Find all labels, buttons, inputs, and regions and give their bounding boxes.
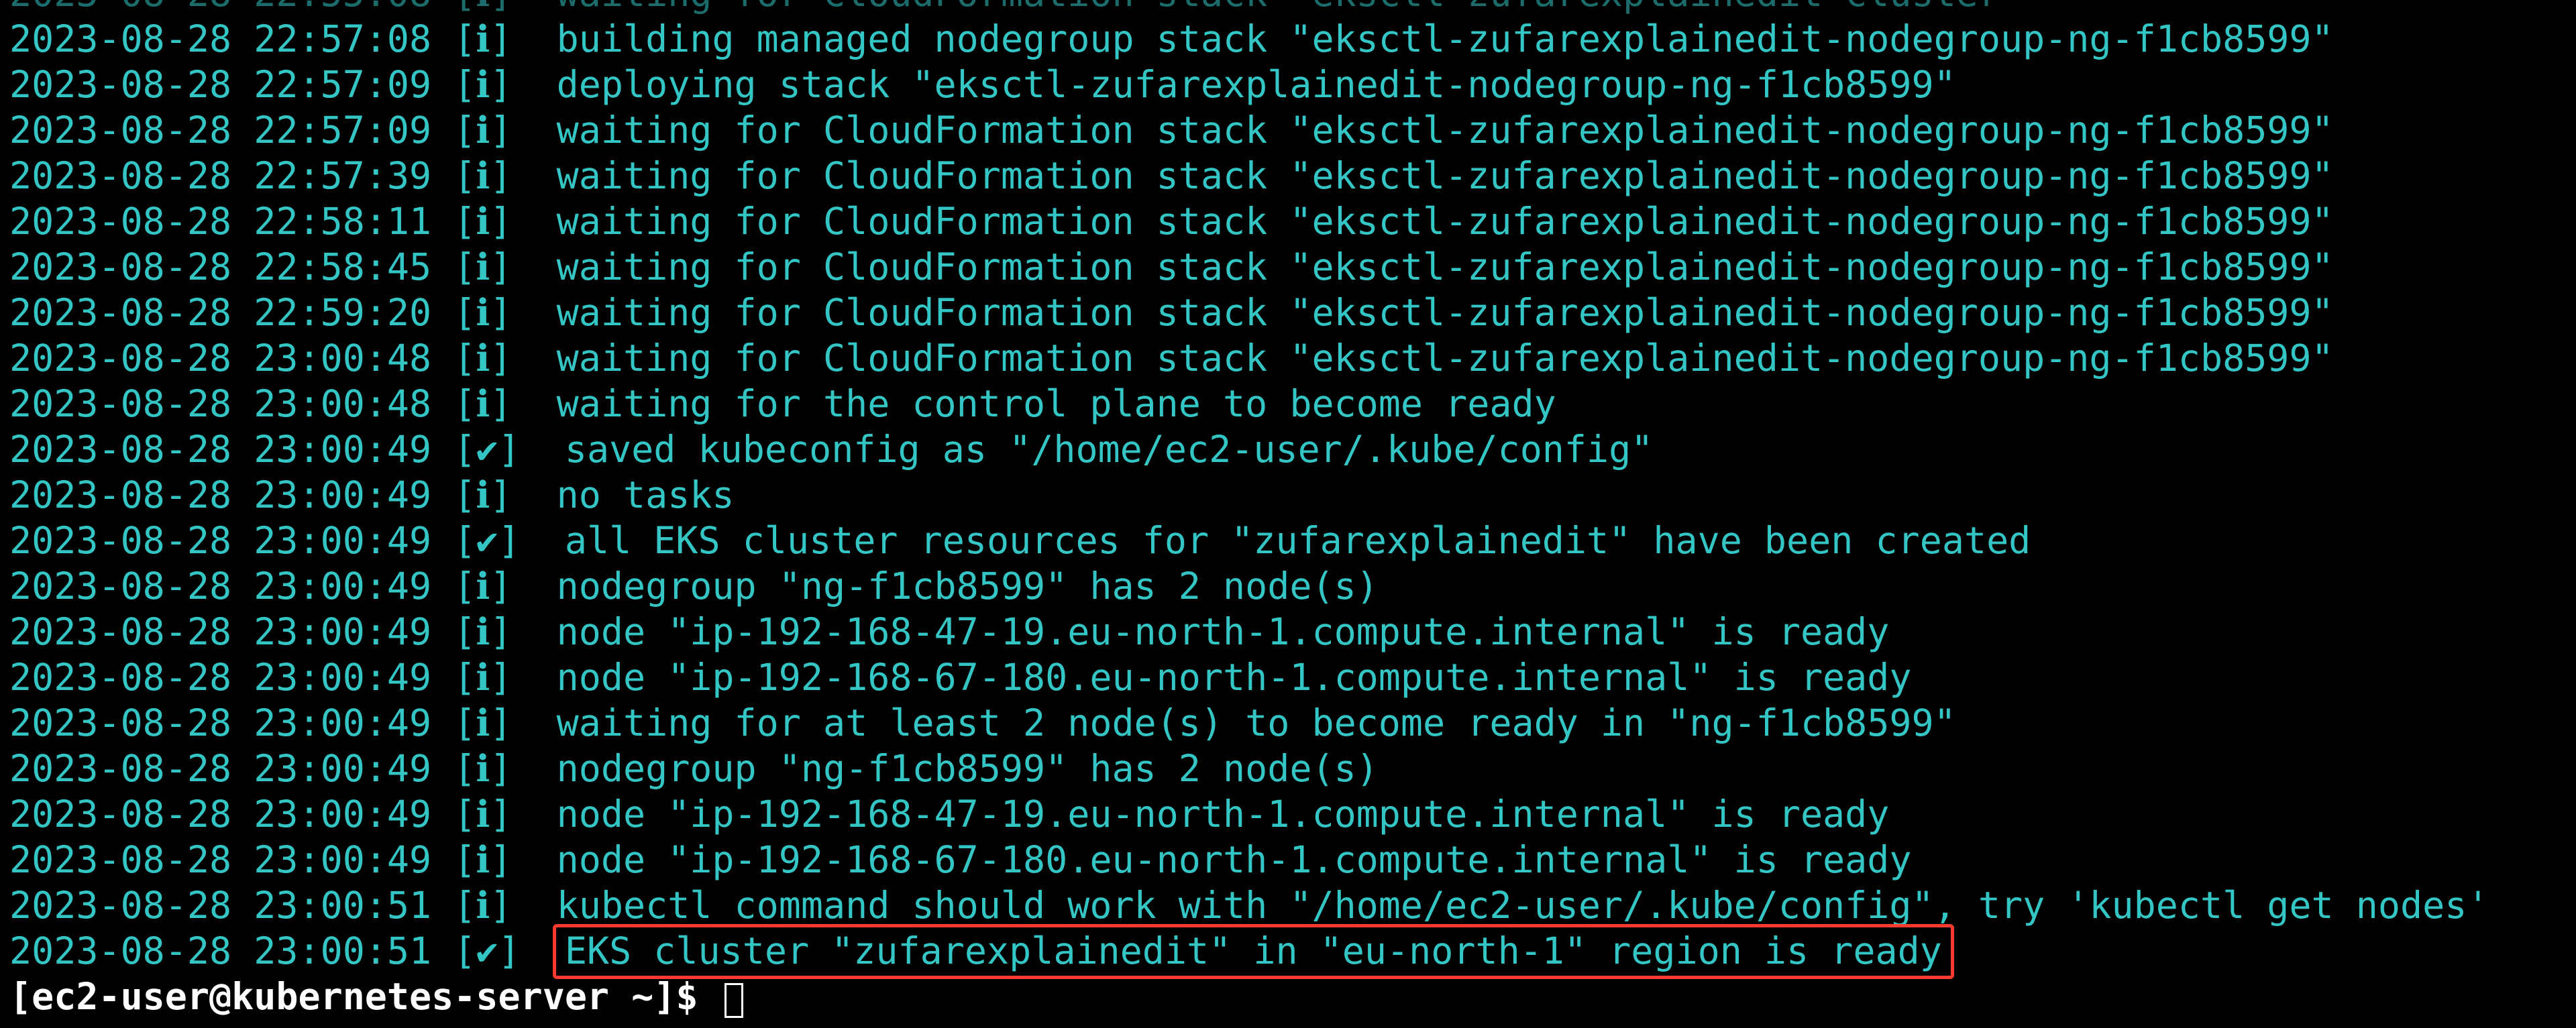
log-level: [ℹ]	[431, 381, 556, 426]
log-line: 2023-08-28 22:57:09 [ℹ] deploying stack …	[0, 62, 2576, 107]
log-line: 2023-08-28 23:00:49 [ℹ] node "ip-192-168…	[0, 837, 2576, 882]
log-timestamp: 2023-08-28 23:00:49	[9, 791, 431, 837]
log-level: [ℹ]	[431, 16, 556, 62]
log-line: 2023-08-28 23:00:49 [ℹ] nodegroup "ng-f1…	[0, 746, 2576, 791]
log-message: waiting for the control plane to become …	[557, 381, 1556, 426]
log-message: waiting for at least 2 node(s) to become…	[557, 700, 1956, 746]
log-level: [ℹ]	[431, 153, 556, 198]
log-line: 2023-08-28 23:00:51 [ℹ] kubectl command …	[0, 882, 2576, 928]
log-line: 2023-08-28 22:57:09 [ℹ] waiting for Clou…	[0, 107, 2576, 153]
log-line: 2023-08-28 22:57:39 [ℹ] waiting for Clou…	[0, 153, 2576, 198]
log-line: 2023-08-28 23:00:49 [✔] all EKS cluster …	[0, 518, 2576, 563]
log-timestamp: 2023-08-28 23:00:49	[9, 472, 431, 518]
log-message: EKS cluster "zufarexplainedit" in "eu-no…	[565, 928, 1942, 974]
log-timestamp: 2023-08-28 22:59:20	[9, 290, 431, 335]
log-line: 2023-08-28 22:55:08 [ℹ] waiting for Clou…	[0, 0, 2576, 16]
log-message: waiting for CloudFormation stack "eksctl…	[557, 198, 2334, 244]
log-timestamp: 2023-08-28 23:00:51	[9, 882, 431, 928]
log-line: 2023-08-28 23:00:49 [✔] saved kubeconfig…	[0, 426, 2576, 472]
log-message: waiting for CloudFormation stack "eksctl…	[557, 335, 2334, 381]
log-message: nodegroup "ng-f1cb8599" has 2 node(s)	[557, 746, 1379, 791]
log-line: 2023-08-28 22:59:20 [ℹ] waiting for Clou…	[0, 290, 2576, 335]
log-line: 2023-08-28 23:00:49 [ℹ] no tasks	[0, 472, 2576, 518]
log-level: [✔]	[431, 928, 565, 974]
log-line: 2023-08-28 22:58:45 [ℹ] waiting for Clou…	[0, 244, 2576, 290]
log-message: waiting for CloudFormation stack "eksctl…	[557, 0, 2023, 16]
log-line: 2023-08-28 23:00:49 [ℹ] waiting for at l…	[0, 700, 2576, 746]
log-timestamp: 2023-08-28 23:00:49	[9, 746, 431, 791]
log-line: 2023-08-28 22:58:11 [ℹ] waiting for Clou…	[0, 198, 2576, 244]
log-timestamp: 2023-08-28 22:57:08	[9, 16, 431, 62]
log-timestamp: 2023-08-28 22:58:11	[9, 198, 431, 244]
log-level: [ℹ]	[431, 791, 556, 837]
log-timestamp: 2023-08-28 23:00:48	[9, 381, 431, 426]
log-message: waiting for CloudFormation stack "eksctl…	[557, 107, 2334, 153]
log-timestamp: 2023-08-28 23:00:49	[9, 837, 431, 882]
log-message: waiting for CloudFormation stack "eksctl…	[557, 153, 2334, 198]
log-timestamp: 2023-08-28 22:55:08	[9, 0, 431, 16]
log-message: waiting for CloudFormation stack "eksctl…	[557, 290, 2334, 335]
log-timestamp: 2023-08-28 23:00:49	[9, 563, 431, 609]
log-level: [ℹ]	[431, 609, 556, 654]
cursor-icon	[724, 983, 743, 1018]
log-line: 2023-08-28 23:00:49 [ℹ] node "ip-192-168…	[0, 654, 2576, 700]
log-timestamp: 2023-08-28 22:57:39	[9, 153, 431, 198]
log-level: [ℹ]	[431, 290, 556, 335]
log-message: saved kubeconfig as "/home/ec2-user/.kub…	[565, 426, 1654, 472]
log-line: 2023-08-28 23:00:49 [ℹ] nodegroup "ng-f1…	[0, 563, 2576, 609]
log-message: waiting for CloudFormation stack "eksctl…	[557, 244, 2334, 290]
log-timestamp: 2023-08-28 23:00:49	[9, 609, 431, 654]
log-message: nodegroup "ng-f1cb8599" has 2 node(s)	[557, 563, 1379, 609]
log-level: [ℹ]	[431, 244, 556, 290]
log-line: 2023-08-28 23:00:49 [ℹ] node "ip-192-168…	[0, 791, 2576, 837]
log-message: node "ip-192-168-47-19.eu-north-1.comput…	[557, 791, 1890, 837]
log-message: node "ip-192-168-67-180.eu-north-1.compu…	[557, 654, 1912, 700]
log-line: 2023-08-28 23:00:49 [ℹ] node "ip-192-168…	[0, 609, 2576, 654]
log-level: [ℹ]	[431, 654, 556, 700]
log-message: node "ip-192-168-67-180.eu-north-1.compu…	[557, 837, 1912, 882]
log-level: [✔]	[431, 518, 565, 563]
log-level: [✔]	[431, 426, 565, 472]
log-message: node "ip-192-168-47-19.eu-north-1.comput…	[557, 609, 1890, 654]
terminal-output[interactable]: 2023-08-28 22:55:08 [ℹ] waiting for Clou…	[0, 0, 2576, 1019]
shell-prompt: [ec2-user@kubernetes-server ~]$	[9, 974, 720, 1019]
log-level: [ℹ]	[431, 0, 556, 16]
log-timestamp: 2023-08-28 22:57:09	[9, 62, 431, 107]
log-level: [ℹ]	[431, 198, 556, 244]
log-message: deploying stack "eksctl-zufarexplainedit…	[557, 62, 1956, 107]
log-timestamp: 2023-08-28 23:00:48	[9, 335, 431, 381]
log-message: no tasks	[557, 472, 735, 518]
log-timestamp: 2023-08-28 23:00:49	[9, 700, 431, 746]
log-message: all EKS cluster resources for "zufarexpl…	[565, 518, 2031, 563]
log-level: [ℹ]	[431, 563, 556, 609]
log-timestamp: 2023-08-28 22:58:45	[9, 244, 431, 290]
log-message: kubectl command should work with "/home/…	[557, 882, 2489, 928]
log-message: building managed nodegroup stack "eksctl…	[557, 16, 2334, 62]
log-level: [ℹ]	[431, 882, 556, 928]
log-level: [ℹ]	[431, 837, 556, 882]
log-timestamp: 2023-08-28 23:00:49	[9, 426, 431, 472]
log-timestamp: 2023-08-28 23:00:49	[9, 518, 431, 563]
log-timestamp: 2023-08-28 23:00:49	[9, 654, 431, 700]
log-level: [ℹ]	[431, 335, 556, 381]
log-timestamp: 2023-08-28 22:57:09	[9, 107, 431, 153]
log-level: [ℹ]	[431, 746, 556, 791]
shell-prompt-line[interactable]: [ec2-user@kubernetes-server ~]$	[0, 974, 2576, 1019]
log-line: 2023-08-28 23:00:48 [ℹ] waiting for Clou…	[0, 335, 2576, 381]
log-level: [ℹ]	[431, 62, 556, 107]
log-level: [ℹ]	[431, 107, 556, 153]
log-line: 2023-08-28 23:00:48 [ℹ] waiting for the …	[0, 381, 2576, 426]
log-line: 2023-08-28 23:00:51 [✔] EKS cluster "zuf…	[0, 928, 2576, 974]
log-line: 2023-08-28 22:57:08 [ℹ] building managed…	[0, 16, 2576, 62]
log-level: [ℹ]	[431, 700, 556, 746]
log-level: [ℹ]	[431, 472, 556, 518]
log-timestamp: 2023-08-28 23:00:51	[9, 928, 431, 974]
